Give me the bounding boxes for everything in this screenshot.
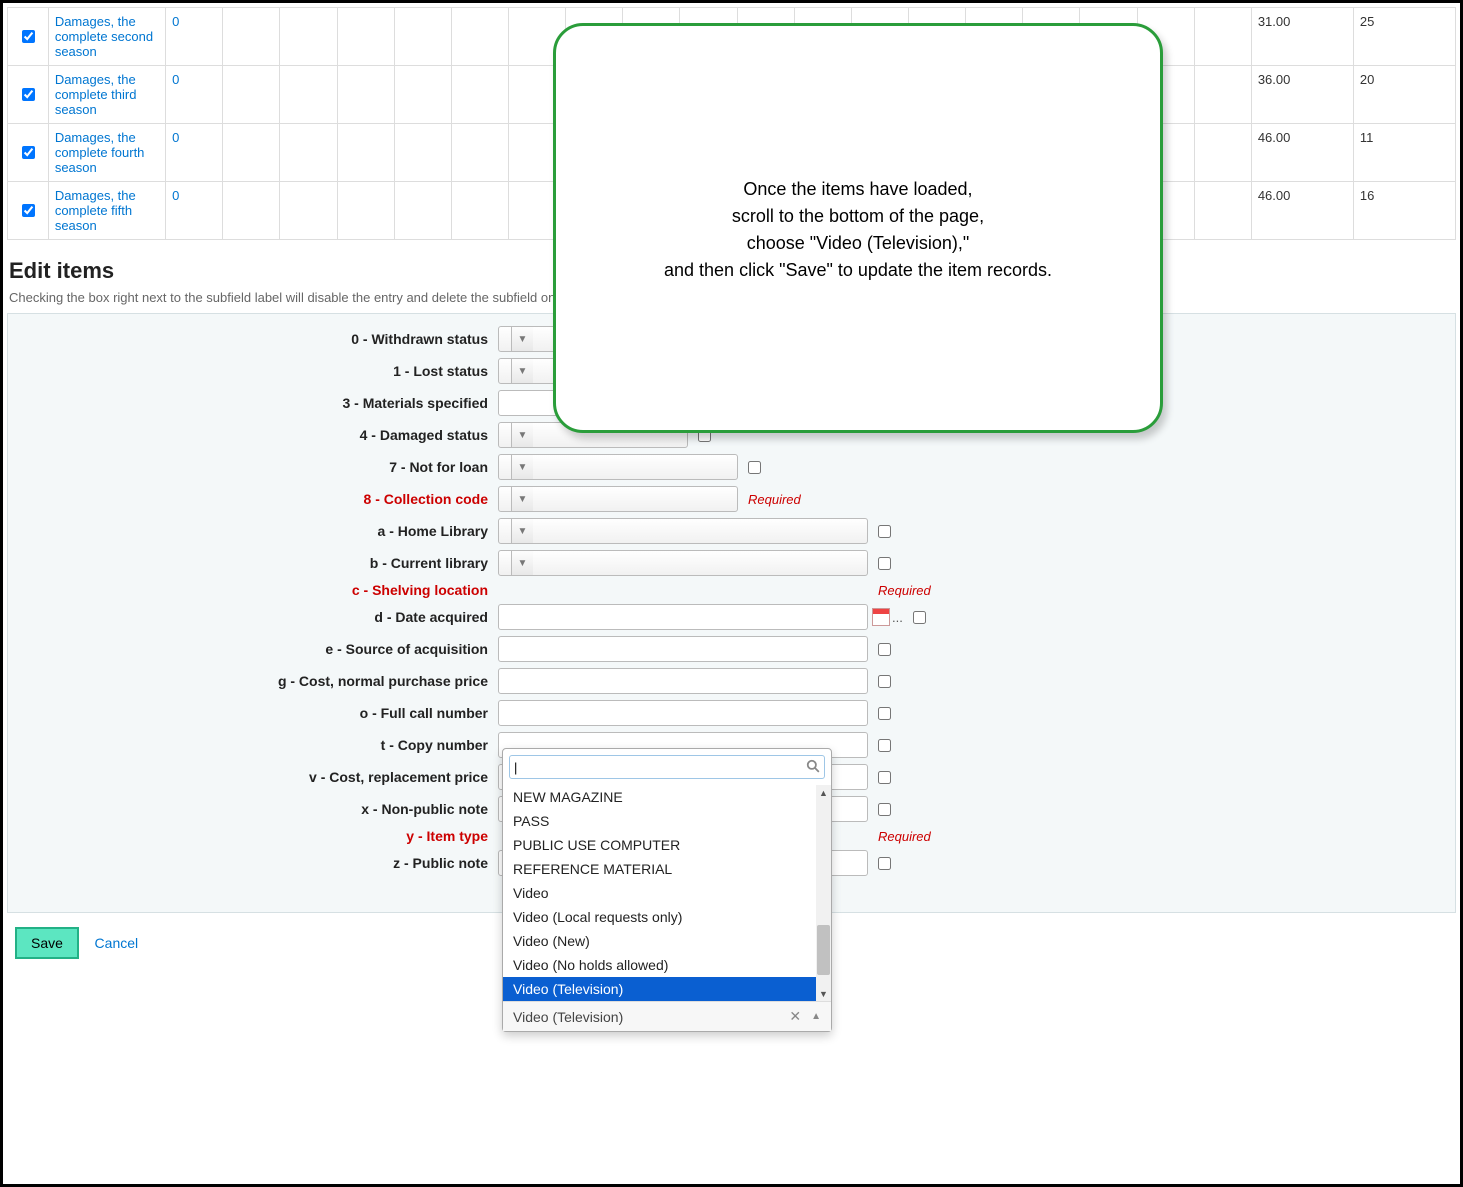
- source-of-acquisition-input[interactable]: [498, 636, 868, 662]
- required-indicator: Required: [878, 829, 931, 844]
- current-library-select[interactable]: ▼: [498, 550, 868, 576]
- chevron-down-icon: ▼: [511, 359, 533, 383]
- save-button[interactable]: Save: [15, 927, 79, 959]
- dropdown-selected-text: Video (Television): [513, 1009, 623, 1025]
- item-count: 16: [1353, 182, 1455, 240]
- item-qty: 0: [172, 72, 179, 87]
- date-acquired-input[interactable]: [498, 604, 868, 630]
- item-price: 46.00: [1251, 182, 1353, 240]
- dropdown-option[interactable]: NEW MAGAZINE: [503, 785, 831, 809]
- label-copy-number: t - Copy number: [18, 737, 498, 753]
- disable-copy-number-checkbox[interactable]: [878, 739, 891, 752]
- collection-code-dropdown-panel: | ▲ ▼ NEW MAGAZINEPASSPUBLIC USE COMPUTE…: [502, 748, 832, 1032]
- disable-date-acquired-checkbox[interactable]: [913, 611, 926, 624]
- label-shelving-location: c - Shelving location: [18, 582, 498, 598]
- collection-code-select[interactable]: ▼: [498, 486, 738, 512]
- full-call-number-input[interactable]: [498, 700, 868, 726]
- dropdown-option[interactable]: PUBLIC USE COMPUTER: [503, 833, 831, 857]
- row-select-checkbox[interactable]: [22, 204, 35, 217]
- label-materials-specified: 3 - Materials specified: [18, 395, 498, 411]
- item-title-link[interactable]: Damages, the complete third season: [55, 72, 137, 117]
- label-lost-status: 1 - Lost status: [18, 363, 498, 379]
- search-icon: [806, 759, 820, 776]
- text-cursor: |: [514, 760, 517, 775]
- instruction-callout: Once the items have loaded, scroll to th…: [553, 23, 1163, 433]
- dropdown-option[interactable]: PASS: [503, 809, 831, 833]
- disable-not-for-loan-checkbox[interactable]: [748, 461, 761, 474]
- disable-full-call-number-checkbox[interactable]: [878, 707, 891, 720]
- cancel-link[interactable]: Cancel: [95, 935, 139, 951]
- row-select-checkbox[interactable]: [22, 146, 35, 159]
- item-qty: 0: [172, 14, 179, 29]
- item-count: 20: [1353, 66, 1455, 124]
- disable-cost-replacement-checkbox[interactable]: [878, 771, 891, 784]
- dropdown-selected-display: Video (Television) ✕ ▲: [503, 1001, 831, 1031]
- callout-line: Once the items have loaded,: [556, 176, 1160, 203]
- chevron-down-icon: ▼: [511, 519, 533, 543]
- required-indicator: Required: [748, 492, 801, 507]
- label-current-library: b - Current library: [18, 555, 498, 571]
- item-price: 36.00: [1251, 66, 1353, 124]
- dropdown-option[interactable]: REFERENCE MATERIAL: [503, 857, 831, 881]
- dropdown-option[interactable]: Video (New): [503, 929, 831, 953]
- item-count: 11: [1353, 124, 1455, 182]
- scroll-up-icon[interactable]: ▲: [816, 785, 831, 800]
- chevron-down-icon: ▼: [511, 487, 533, 511]
- label-collection-code: 8 - Collection code: [18, 491, 498, 507]
- label-home-library: a - Home Library: [18, 523, 498, 539]
- item-title-link[interactable]: Damages, the complete fourth season: [55, 130, 145, 175]
- chevron-down-icon: ▼: [511, 455, 533, 479]
- dropdown-option[interactable]: Video (Local requests only): [503, 905, 831, 929]
- not-for-loan-select[interactable]: ▼: [498, 454, 738, 480]
- label-withdrawn-status: 0 - Withdrawn status: [18, 331, 498, 347]
- disable-current-library-checkbox[interactable]: [878, 557, 891, 570]
- dropdown-option[interactable]: Video (Television): [503, 977, 831, 1001]
- item-price: 46.00: [1251, 124, 1353, 182]
- callout-line: and then click "Save" to update the item…: [556, 257, 1160, 284]
- dropdown-option[interactable]: Video: [503, 881, 831, 905]
- disable-non-public-note-checkbox[interactable]: [878, 803, 891, 816]
- scroll-thumb[interactable]: [817, 925, 830, 975]
- label-damaged-status: 4 - Damaged status: [18, 427, 498, 443]
- label-non-public-note: x - Non-public note: [18, 801, 498, 817]
- disable-source-of-acquisition-checkbox[interactable]: [878, 643, 891, 656]
- disable-cost-purchase-checkbox[interactable]: [878, 675, 891, 688]
- label-not-for-loan: 7 - Not for loan: [18, 459, 498, 475]
- dropdown-search[interactable]: |: [509, 755, 825, 779]
- label-cost-purchase-price: g - Cost, normal purchase price: [18, 673, 498, 689]
- home-library-select[interactable]: ▼: [498, 518, 868, 544]
- callout-line: scroll to the bottom of the page,: [556, 203, 1160, 230]
- chevron-down-icon: ▼: [511, 423, 533, 447]
- label-public-note: z - Public note: [18, 855, 498, 871]
- dropdown-option-list: ▲ ▼ NEW MAGAZINEPASSPUBLIC USE COMPUTERR…: [503, 785, 831, 1001]
- clear-selection-icon[interactable]: ✕: [789, 1008, 801, 1025]
- item-qty: 0: [172, 188, 179, 203]
- callout-line: choose "Video (Television),": [556, 230, 1160, 257]
- row-select-checkbox[interactable]: [22, 88, 35, 101]
- disable-public-note-checkbox[interactable]: [878, 857, 891, 870]
- item-qty: 0: [172, 130, 179, 145]
- chevron-down-icon: ▼: [511, 551, 533, 575]
- cost-purchase-price-input[interactable]: [498, 668, 868, 694]
- dropdown-scrollbar[interactable]: ▲ ▼: [816, 785, 831, 1001]
- scroll-down-icon[interactable]: ▼: [816, 986, 831, 1001]
- item-count: 25: [1353, 8, 1455, 66]
- calendar-icon[interactable]: [872, 608, 890, 626]
- disable-home-library-checkbox[interactable]: [878, 525, 891, 538]
- row-select-checkbox[interactable]: [22, 30, 35, 43]
- label-item-type: y - Item type: [18, 828, 498, 844]
- label-source-of-acquisition: e - Source of acquisition: [18, 641, 498, 657]
- item-price: 31.00: [1251, 8, 1353, 66]
- collapse-icon[interactable]: ▲: [811, 1011, 821, 1022]
- required-indicator: Required: [878, 583, 931, 598]
- label-date-acquired: d - Date acquired: [18, 609, 498, 625]
- item-title-link[interactable]: Damages, the complete second season: [55, 14, 153, 59]
- chevron-down-icon: ▼: [511, 327, 533, 351]
- label-full-call-number: o - Full call number: [18, 705, 498, 721]
- label-cost-replacement-price: v - Cost, replacement price: [18, 769, 498, 785]
- dropdown-option[interactable]: Video (No holds allowed): [503, 953, 831, 977]
- item-title-link[interactable]: Damages, the complete fifth season: [55, 188, 136, 233]
